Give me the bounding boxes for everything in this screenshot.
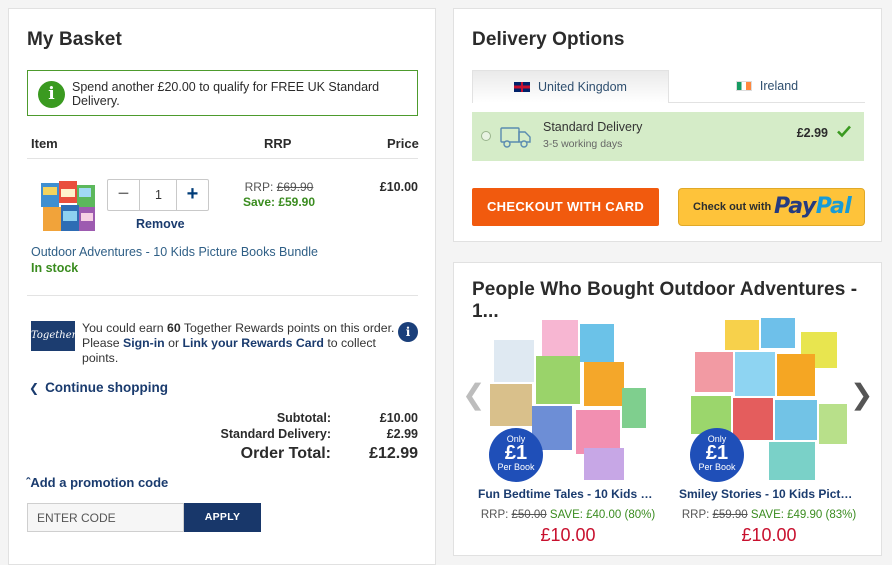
tab-label: Ireland [759,79,799,93]
paypal-logo: PayPal [774,194,852,219]
rewards-text: Together Rewards points on this order. [183,321,395,335]
delivery-option-timeframe: 3-5 working days [543,138,623,150]
basket-title: My Basket [27,29,122,50]
ireland-flag-icon [735,81,752,91]
tab-label: United Kingdom [538,80,627,94]
recommendations-panel: People Who Bought Outdoor Adventures - 1… [453,262,882,556]
delivery-panel: Delivery Options United Kingdom Ireland … [453,8,882,242]
item-saving: Save: £59.90 [242,195,316,209]
delivery-label: Standard Delivery: [220,427,331,441]
paypal-prefix: Check out with [693,201,772,213]
truck-icon [500,127,531,148]
badge-price: £1 [504,442,528,464]
recommended-product-name[interactable]: Smiley Stories - 10 Kids Pictur... [679,487,859,501]
remove-item-link[interactable]: Remove [136,217,185,231]
badge-price: £1 [705,442,729,464]
rewards-message: You could earn 60 Together Rewards point… [82,321,402,366]
paypal-logo-pal: Pal [815,194,852,219]
divider [27,158,418,159]
price-per-book-badge: Only £1 Per Book [489,428,543,482]
subtotal-value: £10.00 [379,411,418,425]
paypal-checkout-button[interactable]: Check out with PayPal [678,188,865,226]
recommended-product-name[interactable]: Fun Bedtime Tales - 10 Kids Pi... [478,487,658,501]
badge-bottom: Per Book [497,462,535,472]
apply-promotion-button[interactable]: APPLY [184,503,261,532]
column-header-rrp: RRP [264,136,292,151]
recommended-product-rrp: RRP: £59.90 SAVE: £49.90 (83%) [679,509,859,521]
promotion-code-toggle[interactable]: ˆAdd a promotion code [26,475,168,490]
item-price: £10.00 [379,180,418,194]
column-header-item: Item [31,136,58,151]
info-icon[interactable]: i [398,322,418,342]
rrp-value: £50.00 [511,509,547,521]
promotion-toggle-label: Add a promotion code [30,475,169,490]
rewards-text: or [168,336,180,350]
uk-flag-icon [514,82,531,92]
sign-in-link[interactable]: Sign-in [123,336,165,350]
column-header-price: Price [387,136,419,151]
info-icon: i [38,81,65,108]
stock-status: In stock [31,261,79,275]
continue-shopping-label: Continue shopping [45,380,169,395]
rrp-label: RRP: [681,509,710,521]
delivery-title: Delivery Options [472,29,625,50]
delivery-value: £2.99 [386,427,418,441]
product-thumbnail[interactable] [41,179,96,235]
tab-ireland[interactable]: Ireland [669,70,865,103]
recommended-product-rrp: RRP: £50.00 SAVE: £40.00 (80%) [478,509,658,521]
recommended-product[interactable]: Only £1 Per Book Smiley Stories - 10 Kid… [679,313,859,553]
decrease-quantity-button[interactable]: − [108,180,140,210]
standard-delivery-option[interactable]: Standard Delivery 3-5 working days £2.99 [472,112,864,161]
saving-text: SAVE: £40.00 (80%) [549,509,656,521]
paypal-logo-pay: Pay [774,194,816,219]
saving-text: SAVE: £49.90 (83%) [750,509,857,521]
recommended-product-price: £10.00 [540,525,596,545]
quantity-value[interactable]: 1 [141,180,176,210]
price-per-book-badge: Only £1 Per Book [690,428,744,482]
badge-bottom: Per Book [698,462,736,472]
chevron-left-icon: ❮ [29,381,40,395]
order-total-value: £12.99 [369,445,418,462]
subtotal-label: Subtotal: [276,411,331,425]
promotion-code-input[interactable] [27,503,184,532]
link-rewards-card-link[interactable]: Link your Rewards Card [182,336,323,350]
quantity-stepper: − 1 + [107,179,209,211]
product-name-link[interactable]: Outdoor Adventures - 10 Kids Picture Boo… [31,245,318,259]
rewards-points: 60 [167,321,181,335]
notice-text: Spend another £20.00 to qualify for FREE… [72,80,380,108]
divider [27,295,418,296]
continue-shopping-link[interactable]: ❮ Continue shopping [29,380,168,395]
checkout-with-card-button[interactable]: CHECKOUT WITH CARD [472,188,659,226]
increase-quantity-button[interactable]: + [176,180,208,210]
rewards-text: Please [82,336,120,350]
free-delivery-notice: i Spend another £20.00 to qualify for FR… [27,70,418,116]
rrp-label: RRP: [244,180,274,194]
delivery-option-price: £2.99 [796,126,828,140]
rrp-value: £59.90 [712,509,748,521]
basket-panel: My Basket i Spend another £20.00 to qual… [8,8,436,565]
check-icon [837,125,851,138]
item-rrp: RRP: £69.90 [234,180,324,194]
rrp-label: RRP: [480,509,509,521]
order-total-label: Order Total: [240,445,331,462]
tab-united-kingdom[interactable]: United Kingdom [472,70,669,103]
rrp-value: £69.90 [276,180,314,194]
delivery-radio[interactable] [481,131,491,141]
rewards-text: You could earn [82,321,164,335]
together-rewards-logo: Together [31,321,76,351]
recommended-product[interactable]: Only £1 Per Book Fun Bedtime Tales - 10 … [478,313,658,553]
delivery-option-title: Standard Delivery [543,120,643,134]
recommended-product-price: £10.00 [741,525,797,545]
